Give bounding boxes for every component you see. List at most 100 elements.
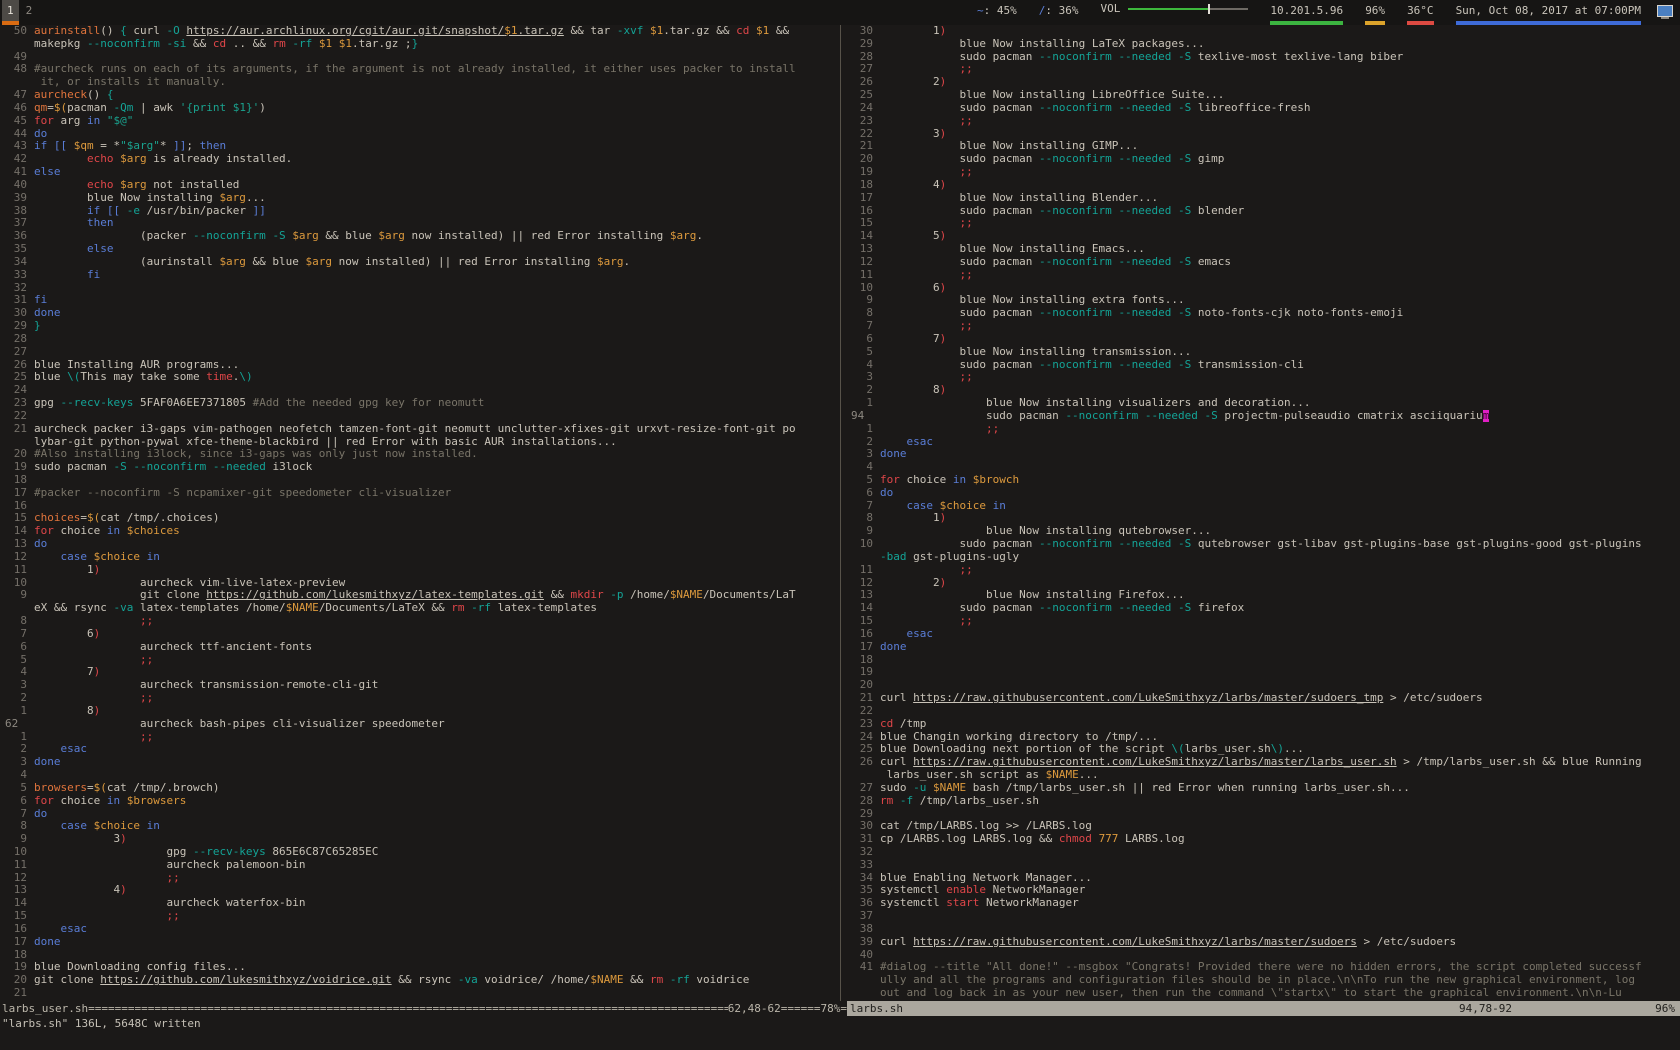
code-text[interactable]: ;; — [880, 615, 973, 627]
code-row[interactable]: 20 sudo pacman --noconfirm --needed -S g… — [851, 153, 1680, 166]
code-text[interactable]: ;; — [34, 692, 153, 704]
code-text[interactable]: aurcheck transmission-remote-cli-git — [34, 679, 378, 691]
code-row[interactable]: 7 case $choice in — [851, 500, 1680, 513]
code-text[interactable]: 6) — [880, 282, 946, 294]
code-row[interactable]: 8 sudo pacman --noconfirm --needed -S no… — [851, 307, 1680, 320]
code-row[interactable]: 48#aurcheck runs on each of its argument… — [5, 63, 840, 76]
code-row[interactable]: 28rm -f /tmp/larbs_user.sh — [851, 795, 1680, 808]
code-row[interactable]: 7do — [5, 808, 840, 821]
code-row[interactable]: 38 — [851, 923, 1680, 936]
code-text[interactable]: 3) — [34, 833, 127, 845]
code-row[interactable]: 2 esac — [851, 436, 1680, 449]
code-text[interactable]: if [[ -e /usr/bin/packer ]] — [34, 205, 266, 217]
code-text[interactable]: ;; — [880, 371, 973, 383]
code-text[interactable]: #aurcheck runs on each of its arguments,… — [34, 63, 796, 75]
code-row[interactable]: 47aurcheck() { — [5, 89, 840, 102]
code-text[interactable]: aurcheck waterfox-bin — [34, 897, 306, 909]
code-row[interactable]: 18 — [5, 474, 840, 487]
code-row[interactable]: 23gpg --recv-keys 5FAF0A6EE7371805 #Add … — [5, 397, 840, 410]
code-text[interactable]: ;; — [880, 320, 973, 332]
code-text[interactable]: sudo pacman --noconfirm --needed -S libr… — [880, 102, 1311, 114]
code-text[interactable]: blue Installing AUR programs... — [34, 359, 239, 371]
code-text[interactable]: #dialog --title "All done!" --msgbox "Co… — [880, 961, 1642, 973]
code-text[interactable]: do — [34, 808, 47, 820]
code-text[interactable]: blue Enabling Network Manager... — [880, 872, 1092, 884]
code-text[interactable]: ;; — [34, 615, 153, 627]
code-text[interactable]: ;; — [880, 269, 973, 281]
code-text[interactable]: sudo pacman --noconfirm --needed -S texl… — [880, 51, 1403, 63]
code-row[interactable]: 7 ;; — [851, 320, 1680, 333]
code-row[interactable]: eX && rsync -va latex-templates /home/$N… — [5, 602, 840, 615]
code-text[interactable]: 4) — [880, 179, 946, 191]
code-row[interactable]: 29} — [5, 320, 840, 333]
code-row[interactable]: 30 1) — [851, 25, 1680, 38]
vim-right-window-larbs-sh[interactable]: 30 1)29 blue Now installing LaTeX packag… — [847, 25, 1680, 1001]
code-text[interactable]: ;; — [880, 217, 973, 229]
code-text[interactable]: 4) — [34, 884, 127, 896]
code-row[interactable]: 19 ;; — [851, 166, 1680, 179]
code-row[interactable]: 31cp /LARBS.log LARBS.log && chmod 777 L… — [851, 833, 1680, 846]
code-text[interactable]: done — [880, 641, 907, 653]
code-text[interactable]: (packer --noconfirm -S $arg && blue $arg… — [34, 230, 703, 242]
code-row[interactable]: 1 ;; — [5, 731, 840, 744]
code-row[interactable]: 29 blue Now installing LaTeX packages... — [851, 38, 1680, 51]
code-text[interactable]: cp /LARBS.log LARBS.log && chmod 777 LAR… — [880, 833, 1185, 845]
code-row[interactable]: 17done — [851, 641, 1680, 654]
code-text[interactable]: blue Changin working directory to /tmp/.… — [880, 731, 1158, 743]
code-text[interactable]: sudo pacman --noconfirm --needed -S emac… — [880, 256, 1231, 268]
code-text[interactable]: 2) — [880, 76, 946, 88]
code-text[interactable]: for choice in $browch — [880, 474, 1019, 486]
code-row[interactable]: 16 — [5, 500, 840, 513]
code-text[interactable]: git clone https://github.com/lukesmithxy… — [34, 974, 749, 986]
code-row[interactable]: 9 blue Now installing extra fonts... — [851, 294, 1680, 307]
code-row[interactable]: lybar-git python-pywal xfce-theme-blackb… — [5, 436, 840, 449]
code-row[interactable]: 32 — [5, 282, 840, 295]
code-row[interactable]: 15choices=$(cat /tmp/.choices) — [5, 512, 840, 525]
code-row[interactable]: 38 if [[ -e /usr/bin/packer ]] — [5, 205, 840, 218]
code-row[interactable]: 10 aurcheck vim-live-latex-preview — [5, 577, 840, 590]
code-row[interactable]: 14 aurcheck waterfox-bin — [5, 897, 840, 910]
code-text[interactable]: ;; — [34, 872, 180, 884]
code-text[interactable]: sudo pacman --noconfirm --needed -S noto… — [880, 307, 1403, 319]
code-row[interactable]: 12 case $choice in — [5, 551, 840, 564]
code-text[interactable]: blue Now installing transmission... — [880, 346, 1191, 358]
code-text[interactable]: fi — [34, 294, 47, 306]
code-row[interactable]: ully and all the programs and configurat… — [851, 974, 1680, 987]
code-text[interactable]: blue Now installing Firefox... — [880, 589, 1185, 601]
code-row[interactable]: 2 ;; — [5, 692, 840, 705]
code-row[interactable]: 29 — [851, 808, 1680, 821]
code-text[interactable]: curl https://raw.githubusercontent.com/L… — [880, 756, 1642, 768]
code-text[interactable]: for choice in $choices — [34, 525, 180, 537]
code-text[interactable]: sudo pacman --noconfirm --needed -S fire… — [880, 602, 1244, 614]
code-text[interactable]: sudo pacman --noconfirm --needed -S proj… — [880, 410, 1489, 422]
code-text[interactable]: done — [880, 448, 907, 460]
code-row[interactable]: 1 ;; — [851, 423, 1680, 436]
code-row[interactable]: 41#dialog --title "All done!" --msgbox "… — [851, 961, 1680, 974]
code-row[interactable]: 27 ;; — [851, 63, 1680, 76]
code-text[interactable]: sudo -u $NAME bash /tmp/larbs_user.sh ||… — [880, 782, 1410, 794]
code-text[interactable]: do — [34, 538, 47, 550]
code-text[interactable]: ;; — [34, 731, 153, 743]
code-row[interactable]: 16 sudo pacman --noconfirm --needed -S b… — [851, 205, 1680, 218]
code-row[interactable]: 37 — [851, 910, 1680, 923]
code-row[interactable]: 17 blue Now installing Blender... — [851, 192, 1680, 205]
code-text[interactable]: 7) — [880, 333, 946, 345]
code-row[interactable]: 13 blue Now installing Firefox... — [851, 589, 1680, 602]
code-text[interactable]: 1) — [880, 512, 946, 524]
code-text[interactable]: blue \(This may take some time.\) — [34, 371, 253, 383]
code-text[interactable]: aurcheck palemoon-bin — [34, 859, 306, 871]
code-row[interactable]: 3done — [5, 756, 840, 769]
code-row[interactable]: 22 — [851, 705, 1680, 718]
code-text[interactable]: qm=$(pacman -Qm | awk '{print $1}') — [34, 102, 266, 114]
code-row[interactable]: 9 git clone https://github.com/lukesmith… — [5, 589, 840, 602]
code-text[interactable]: curl https://raw.githubusercontent.com/L… — [880, 936, 1456, 948]
code-text[interactable]: case $choice in — [880, 500, 1006, 512]
code-row[interactable]: 10 gpg --recv-keys 865E6C87C65285EC — [5, 846, 840, 859]
code-row[interactable]: 4 — [851, 461, 1680, 474]
code-row[interactable]: 32 — [851, 846, 1680, 859]
code-row[interactable]: 19blue Downloading config files... — [5, 961, 840, 974]
code-row[interactable]: 23 ;; — [851, 115, 1680, 128]
code-text[interactable]: blue Now installing Emacs... — [880, 243, 1145, 255]
code-row[interactable]: 39curl https://raw.githubusercontent.com… — [851, 936, 1680, 949]
code-row[interactable]: 14 sudo pacman --noconfirm --needed -S f… — [851, 602, 1680, 615]
